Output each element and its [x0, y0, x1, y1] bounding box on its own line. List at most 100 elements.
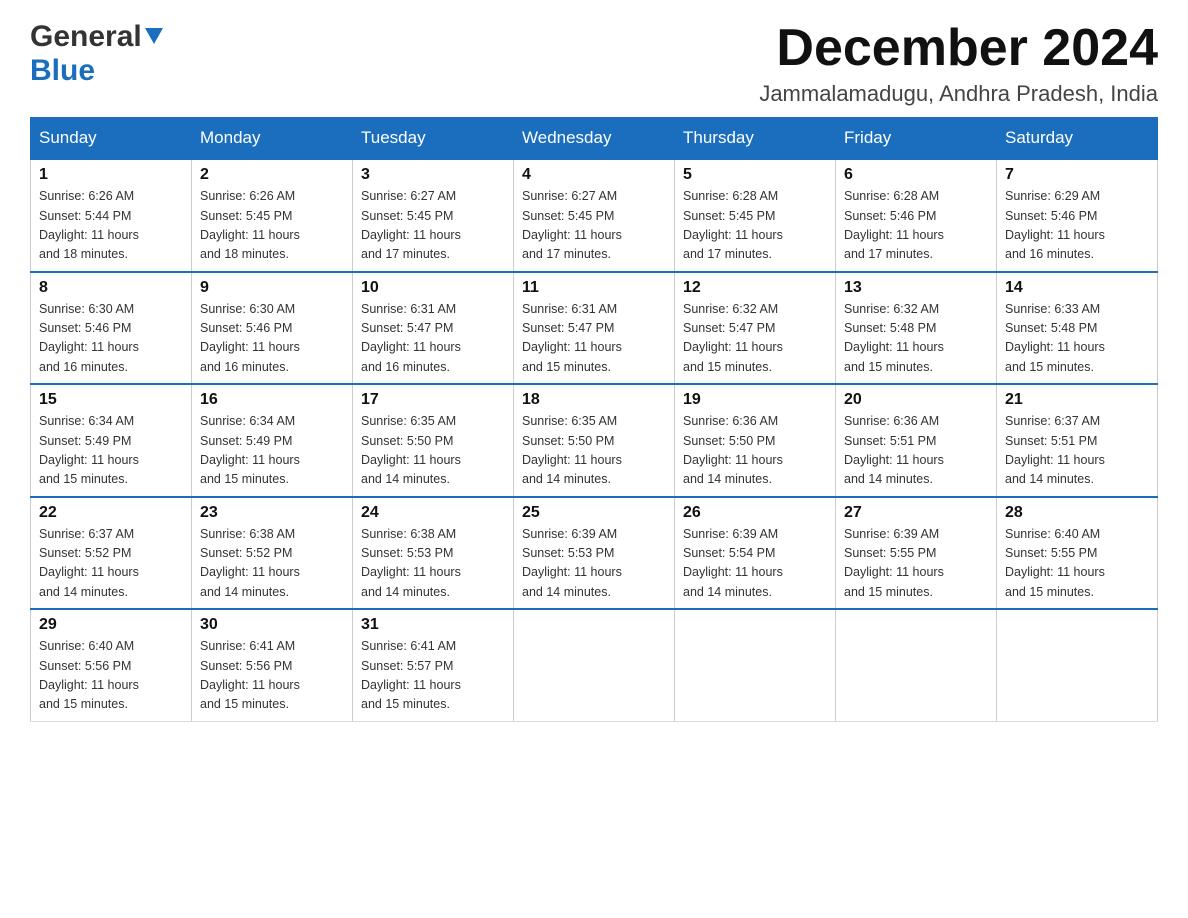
- day-info: Sunrise: 6:34 AMSunset: 5:49 PMDaylight:…: [200, 412, 344, 490]
- calendar-body: 1Sunrise: 6:26 AMSunset: 5:44 PMDaylight…: [31, 159, 1158, 721]
- calendar-cell: 27 Sunrise: 6:39 AMSunset: 5:55 PMDayligh…: [836, 497, 997, 610]
- header-friday: Friday: [836, 118, 997, 160]
- day-number: 3: [361, 166, 505, 184]
- calendar-cell: 8 Sunrise: 6:30 AMSunset: 5:46 PMDaylight…: [31, 272, 192, 385]
- day-info: Sunrise: 6:32 AMSunset: 5:48 PMDaylight:…: [844, 300, 988, 378]
- header-saturday: Saturday: [997, 118, 1158, 160]
- day-info: Sunrise: 6:37 AMSunset: 5:52 PMDaylight:…: [39, 525, 183, 603]
- day-info: Sunrise: 6:28 AMSunset: 5:45 PMDaylight:…: [683, 187, 827, 265]
- logo-general: General: [30, 20, 142, 54]
- day-number: 31: [361, 616, 505, 634]
- day-info: Sunrise: 6:39 AMSunset: 5:54 PMDaylight:…: [683, 525, 827, 603]
- day-number: 7: [1005, 166, 1149, 184]
- calendar-header: SundayMondayTuesdayWednesdayThursdayFrid…: [31, 118, 1158, 160]
- week-row-3: 15 Sunrise: 6:34 AMSunset: 5:49 PMDayligh…: [31, 384, 1158, 497]
- logo-arrow-icon: [145, 28, 163, 51]
- day-number: 27: [844, 504, 988, 522]
- day-number: 21: [1005, 391, 1149, 409]
- week-row-4: 22 Sunrise: 6:37 AMSunset: 5:52 PMDayligh…: [31, 497, 1158, 610]
- header-sunday: Sunday: [31, 118, 192, 160]
- day-info: Sunrise: 6:41 AMSunset: 5:57 PMDaylight:…: [361, 637, 505, 715]
- day-info: Sunrise: 6:30 AMSunset: 5:46 PMDaylight:…: [200, 300, 344, 378]
- calendar-cell: 13Sunrise: 6:32 AMSunset: 5:48 PMDayligh…: [836, 272, 997, 385]
- day-number: 8: [39, 279, 183, 297]
- day-info: Sunrise: 6:30 AMSunset: 5:46 PMDaylight:…: [39, 300, 183, 378]
- day-number: 22: [39, 504, 183, 522]
- calendar-cell: [997, 609, 1158, 721]
- logo-blue: Blue: [30, 54, 95, 87]
- logo: General Blue: [30, 20, 163, 88]
- title-area: December 2024 Jammalamadugu, Andhra Prad…: [759, 20, 1158, 107]
- day-info: Sunrise: 6:39 AMSunset: 5:53 PMDaylight:…: [522, 525, 666, 603]
- calendar-cell: 2Sunrise: 6:26 AMSunset: 5:45 PMDaylight…: [192, 159, 353, 272]
- day-info: Sunrise: 6:35 AMSunset: 5:50 PMDaylight:…: [522, 412, 666, 490]
- day-info: Sunrise: 6:39 AMSunset: 5:55 PMDaylight:…: [844, 525, 988, 603]
- day-info: Sunrise: 6:34 AMSunset: 5:49 PMDaylight:…: [39, 412, 183, 490]
- calendar-cell: 5 Sunrise: 6:28 AMSunset: 5:45 PMDaylight…: [675, 159, 836, 272]
- calendar-cell: 6 Sunrise: 6:28 AMSunset: 5:46 PMDaylight…: [836, 159, 997, 272]
- calendar-cell: 20Sunrise: 6:36 AMSunset: 5:51 PMDayligh…: [836, 384, 997, 497]
- day-number: 2: [200, 166, 344, 184]
- day-number: 10: [361, 279, 505, 297]
- day-number: 12: [683, 279, 827, 297]
- day-number: 14: [1005, 279, 1149, 297]
- calendar-cell: [836, 609, 997, 721]
- day-info: Sunrise: 6:32 AMSunset: 5:47 PMDaylight:…: [683, 300, 827, 378]
- day-info: Sunrise: 6:40 AMSunset: 5:55 PMDaylight:…: [1005, 525, 1149, 603]
- week-row-1: 1Sunrise: 6:26 AMSunset: 5:44 PMDaylight…: [31, 159, 1158, 272]
- week-row-5: 29Sunrise: 6:40 AMSunset: 5:56 PMDayligh…: [31, 609, 1158, 721]
- day-number: 15: [39, 391, 183, 409]
- page-header: General Blue December 2024 Jammalamadugu…: [30, 20, 1158, 107]
- month-title: December 2024: [759, 20, 1158, 77]
- day-info: Sunrise: 6:31 AMSunset: 5:47 PMDaylight:…: [361, 300, 505, 378]
- day-info: Sunrise: 6:36 AMSunset: 5:50 PMDaylight:…: [683, 412, 827, 490]
- calendar-cell: 7 Sunrise: 6:29 AMSunset: 5:46 PMDaylight…: [997, 159, 1158, 272]
- day-number: 5: [683, 166, 827, 184]
- calendar-cell: 18 Sunrise: 6:35 AMSunset: 5:50 PMDayligh…: [514, 384, 675, 497]
- day-info: Sunrise: 6:38 AMSunset: 5:52 PMDaylight:…: [200, 525, 344, 603]
- header-tuesday: Tuesday: [353, 118, 514, 160]
- day-number: 18: [522, 391, 666, 409]
- day-info: Sunrise: 6:33 AMSunset: 5:48 PMDaylight:…: [1005, 300, 1149, 378]
- day-info: Sunrise: 6:40 AMSunset: 5:56 PMDaylight:…: [39, 637, 183, 715]
- day-number: 1: [39, 166, 183, 184]
- calendar-cell: [514, 609, 675, 721]
- calendar-cell: 14 Sunrise: 6:33 AMSunset: 5:48 PMDayligh…: [997, 272, 1158, 385]
- day-info: Sunrise: 6:27 AMSunset: 5:45 PMDaylight:…: [522, 187, 666, 265]
- calendar-cell: 3 Sunrise: 6:27 AMSunset: 5:45 PMDaylight…: [353, 159, 514, 272]
- day-number: 30: [200, 616, 344, 634]
- calendar-cell: 10 Sunrise: 6:31 AMSunset: 5:47 PMDayligh…: [353, 272, 514, 385]
- day-number: 6: [844, 166, 988, 184]
- day-number: 4: [522, 166, 666, 184]
- day-number: 28: [1005, 504, 1149, 522]
- header-thursday: Thursday: [675, 118, 836, 160]
- day-number: 26: [683, 504, 827, 522]
- day-info: Sunrise: 6:41 AMSunset: 5:56 PMDaylight:…: [200, 637, 344, 715]
- day-info: Sunrise: 6:38 AMSunset: 5:53 PMDaylight:…: [361, 525, 505, 603]
- calendar-cell: [675, 609, 836, 721]
- calendar-cell: 21 Sunrise: 6:37 AMSunset: 5:51 PMDayligh…: [997, 384, 1158, 497]
- calendar-cell: 19Sunrise: 6:36 AMSunset: 5:50 PMDayligh…: [675, 384, 836, 497]
- day-number: 23: [200, 504, 344, 522]
- day-info: Sunrise: 6:27 AMSunset: 5:45 PMDaylight:…: [361, 187, 505, 265]
- day-info: Sunrise: 6:36 AMSunset: 5:51 PMDaylight:…: [844, 412, 988, 490]
- day-info: Sunrise: 6:29 AMSunset: 5:46 PMDaylight:…: [1005, 187, 1149, 265]
- calendar-cell: 28 Sunrise: 6:40 AMSunset: 5:55 PMDayligh…: [997, 497, 1158, 610]
- calendar-cell: 11Sunrise: 6:31 AMSunset: 5:47 PMDayligh…: [514, 272, 675, 385]
- calendar-cell: 22 Sunrise: 6:37 AMSunset: 5:52 PMDayligh…: [31, 497, 192, 610]
- day-number: 11: [522, 279, 666, 297]
- day-info: Sunrise: 6:37 AMSunset: 5:51 PMDaylight:…: [1005, 412, 1149, 490]
- day-info: Sunrise: 6:28 AMSunset: 5:46 PMDaylight:…: [844, 187, 988, 265]
- calendar-cell: 1Sunrise: 6:26 AMSunset: 5:44 PMDaylight…: [31, 159, 192, 272]
- calendar-cell: 12 Sunrise: 6:32 AMSunset: 5:47 PMDayligh…: [675, 272, 836, 385]
- header-row: SundayMondayTuesdayWednesdayThursdayFrid…: [31, 118, 1158, 160]
- day-number: 17: [361, 391, 505, 409]
- calendar-cell: 9Sunrise: 6:30 AMSunset: 5:46 PMDaylight…: [192, 272, 353, 385]
- day-number: 25: [522, 504, 666, 522]
- calendar-cell: 25 Sunrise: 6:39 AMSunset: 5:53 PMDayligh…: [514, 497, 675, 610]
- location-title: Jammalamadugu, Andhra Pradesh, India: [759, 81, 1158, 107]
- calendar-cell: 26 Sunrise: 6:39 AMSunset: 5:54 PMDayligh…: [675, 497, 836, 610]
- calendar-cell: 4 Sunrise: 6:27 AMSunset: 5:45 PMDaylight…: [514, 159, 675, 272]
- calendar-cell: 30 Sunrise: 6:41 AMSunset: 5:56 PMDayligh…: [192, 609, 353, 721]
- calendar-cell: 17Sunrise: 6:35 AMSunset: 5:50 PMDayligh…: [353, 384, 514, 497]
